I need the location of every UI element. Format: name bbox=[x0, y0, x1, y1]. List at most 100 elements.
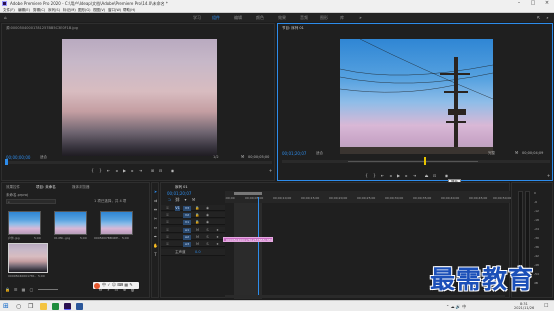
razor-tool-icon[interactable]: ✂ bbox=[153, 216, 158, 221]
timeline-sequence-tab[interactable]: 序列 01 bbox=[175, 185, 188, 190]
lock-track-icon[interactable]: 🔒 bbox=[195, 213, 200, 218]
workspace-tab-graphics[interactable]: 图形 bbox=[320, 15, 328, 21]
tab-effect-controls[interactable]: 效果控件 bbox=[6, 185, 20, 190]
project-thumbnail[interactable] bbox=[8, 211, 41, 235]
go-to-in-icon[interactable]: ⇤ bbox=[106, 168, 111, 173]
lock-track-icon[interactable]: 🔒 bbox=[195, 220, 200, 225]
track-select-tool-icon[interactable]: ⇉ bbox=[153, 198, 158, 203]
wrench-icon[interactable]: ⚒ bbox=[240, 154, 245, 159]
workspace-tab-effects[interactable]: 效果 bbox=[278, 15, 286, 21]
workspace-tab-libraries[interactable]: 库 bbox=[340, 15, 344, 21]
quick-export-icon[interactable]: ⇱ bbox=[536, 15, 541, 20]
timeline-timecode[interactable]: 00;01;20;07 bbox=[167, 191, 191, 196]
premiere-taskbar-icon[interactable] bbox=[64, 303, 71, 310]
program-timecode[interactable]: 00;01;20;07 bbox=[282, 151, 306, 156]
program-playhead[interactable] bbox=[424, 157, 426, 165]
linked-selection-icon[interactable]: ⛓ bbox=[175, 197, 180, 202]
project-thumbnail[interactable] bbox=[100, 211, 133, 235]
program-play-icon[interactable]: ▶ bbox=[396, 173, 401, 178]
source-scrub-bar[interactable] bbox=[6, 161, 272, 164]
system-tray-icons[interactable]: ⌃ ☁ 🔊 中 bbox=[446, 304, 466, 310]
solo-icon[interactable]: S bbox=[205, 228, 210, 233]
project-thumbnail-selected[interactable] bbox=[8, 243, 48, 273]
program-mark-in-icon[interactable]: { bbox=[364, 173, 369, 178]
hand-tool-icon[interactable]: ✋ bbox=[153, 243, 158, 248]
search-icon[interactable]: ⌕ bbox=[545, 15, 550, 20]
source-monitor-tab[interactable]: 源:00005040001781257BB5C3E0F1B.jpg bbox=[6, 26, 206, 31]
pen-tool-icon[interactable]: ✒ bbox=[153, 234, 158, 239]
home-icon[interactable]: ⌂ bbox=[3, 15, 8, 20]
workspace-tab-color[interactable]: 颜色 bbox=[256, 15, 264, 21]
list-view-icon[interactable]: ☰ bbox=[13, 287, 18, 292]
timeline-ruler[interactable]: :00;00 00;00;05;00 00;00;10;00 00;00;15;… bbox=[225, 191, 511, 203]
program-wrench-icon[interactable]: ⚒ bbox=[514, 150, 519, 155]
add-button-icon[interactable]: + bbox=[268, 168, 273, 173]
overwrite-icon[interactable]: ⊟ bbox=[158, 168, 163, 173]
workspace-tab-learn[interactable]: 学习 bbox=[193, 15, 201, 21]
maximize-icon[interactable]: □ bbox=[526, 0, 540, 7]
go-to-out-icon[interactable]: ⇥ bbox=[138, 168, 143, 173]
mark-in-icon[interactable]: { bbox=[90, 168, 95, 173]
track-target-icon[interactable]: V1 bbox=[175, 205, 180, 211]
eye-icon[interactable]: ◉ bbox=[205, 220, 210, 225]
type-tool-icon[interactable]: T bbox=[153, 252, 158, 257]
lock-track-icon[interactable]: 🔒 bbox=[195, 206, 200, 211]
solo-icon[interactable]: S bbox=[205, 235, 210, 240]
program-monitor-tab[interactable]: 节目: 序列 01 bbox=[282, 26, 304, 31]
ime-toolbar-icons[interactable]: 中 ✓ ☺ ⌨ ▦ ✎ bbox=[102, 282, 133, 288]
track-label[interactable]: A3 bbox=[183, 241, 191, 247]
taskbar-clock-time[interactable]: 8:31 bbox=[520, 302, 528, 306]
workspace-tab-editing[interactable]: 编辑 bbox=[234, 15, 242, 21]
taskbar-clock-date[interactable]: 2021/11/26 bbox=[514, 306, 534, 310]
close-icon[interactable]: × bbox=[540, 0, 554, 7]
mute-icon[interactable]: M bbox=[195, 235, 200, 240]
program-go-to-out-icon[interactable]: ⇥ bbox=[412, 173, 417, 178]
export-frame-icon[interactable]: ◉ bbox=[170, 168, 175, 173]
program-export-frame-icon[interactable]: ◉ bbox=[444, 173, 449, 178]
toggle-sync-lock-icon[interactable]: ⚿ bbox=[165, 228, 170, 233]
track-label[interactable]: V1 bbox=[183, 219, 191, 225]
eye-icon[interactable]: ◉ bbox=[205, 213, 210, 218]
more-workspaces-icon[interactable]: » bbox=[358, 15, 363, 20]
program-mark-out-icon[interactable]: } bbox=[372, 173, 377, 178]
minimize-icon[interactable]: – bbox=[512, 0, 526, 7]
solo-icon[interactable]: S bbox=[205, 242, 210, 247]
word-icon[interactable] bbox=[76, 303, 83, 310]
project-thumbnail[interactable] bbox=[54, 211, 87, 235]
track-label[interactable]: A2 bbox=[183, 234, 191, 240]
program-step-back-icon[interactable]: ◂ bbox=[388, 173, 393, 178]
track-label[interactable]: A1 bbox=[183, 227, 191, 233]
timeline-playhead[interactable] bbox=[258, 197, 259, 297]
microphone-icon[interactable]: ⏺ bbox=[215, 242, 220, 247]
notification-icon[interactable]: ☐ bbox=[544, 303, 551, 310]
lift-icon[interactable]: ⏏ bbox=[424, 173, 429, 178]
insert-icon[interactable]: ⊞ bbox=[150, 168, 155, 173]
program-go-to-in-icon[interactable]: ⇤ bbox=[380, 173, 385, 178]
extract-icon[interactable]: ⊡ bbox=[432, 173, 437, 178]
track-label[interactable]: V2 bbox=[183, 212, 191, 218]
workspace-tab-audio[interactable]: 音频 bbox=[300, 15, 308, 21]
task-view-icon[interactable]: ❐ bbox=[28, 303, 35, 310]
ripple-edit-tool-icon[interactable]: ⇹ bbox=[153, 207, 158, 212]
source-timecode[interactable]: 00;00;00;00 bbox=[6, 155, 30, 160]
source-playhead[interactable] bbox=[5, 159, 8, 165]
program-step-forward-icon[interactable]: ▸ bbox=[404, 173, 409, 178]
workspace-tab-assembly[interactable]: 组件 bbox=[212, 15, 220, 21]
step-back-icon[interactable]: ◂ bbox=[114, 168, 119, 173]
track-label[interactable]: V3 bbox=[183, 205, 191, 211]
add-marker-icon[interactable]: ▾ bbox=[183, 197, 188, 202]
mute-icon[interactable]: M bbox=[195, 242, 200, 247]
toggle-sync-lock-icon[interactable]: ⚿ bbox=[165, 242, 170, 247]
tab-project[interactable]: 项目: 未命名 bbox=[36, 185, 56, 190]
program-fit-dropdown[interactable]: 适合 bbox=[316, 151, 323, 156]
microphone-icon[interactable]: ⏺ bbox=[215, 235, 220, 240]
microphone-icon[interactable]: ⏺ bbox=[215, 228, 220, 233]
file-explorer-icon[interactable] bbox=[40, 303, 47, 310]
slip-tool-icon[interactable]: ⇔ bbox=[153, 225, 158, 230]
work-area-bar[interactable] bbox=[234, 192, 262, 195]
selection-tool-icon[interactable]: ➤ bbox=[153, 189, 158, 194]
mark-out-icon[interactable]: } bbox=[98, 168, 103, 173]
freeform-view-icon[interactable]: ▢ bbox=[29, 287, 34, 292]
search-icon[interactable]: ○ bbox=[16, 303, 23, 310]
source-resolution-dropdown[interactable]: 1/2 bbox=[213, 155, 219, 159]
